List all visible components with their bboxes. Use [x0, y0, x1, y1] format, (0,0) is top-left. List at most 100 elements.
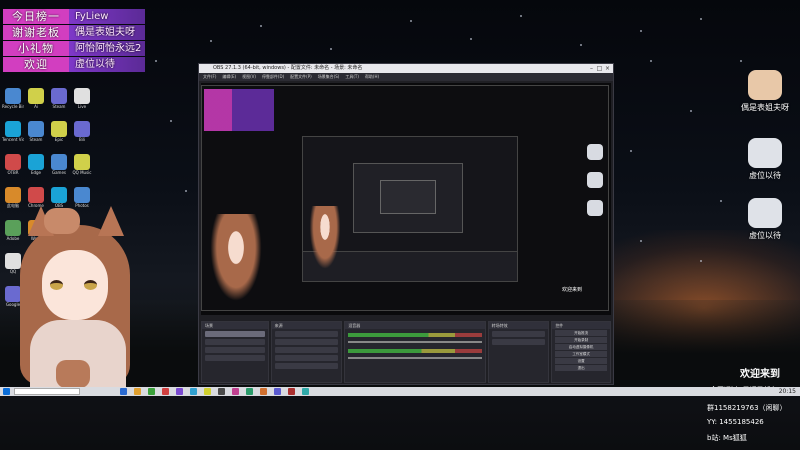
taskbar-app-icon[interactable] [232, 388, 239, 395]
app-icon [28, 187, 44, 203]
app-icon [51, 88, 67, 104]
controls-dock[interactable]: 控件 开始推流 开始录制 启动虚拟摄像机 工作室模式 设置 退出 [551, 321, 612, 383]
desktop-icon[interactable]: Edge [25, 154, 47, 175]
overlay-row-thanks: 谢谢老板 偶是表姐夫呀 [3, 25, 145, 40]
source-item[interactable] [274, 331, 339, 337]
search-input[interactable] [14, 388, 80, 395]
app-icon [51, 187, 67, 203]
sources-dock[interactable]: 来源 [270, 321, 343, 383]
obs-control-button[interactable]: 工作室模式 [555, 351, 608, 357]
obs-preview[interactable]: 欢迎来到 [201, 83, 611, 315]
close-icon[interactable]: × [604, 65, 611, 72]
maximize-icon[interactable]: □ [596, 65, 603, 72]
taskbar-app-icon[interactable] [274, 388, 281, 395]
star [470, 38, 472, 40]
taskbar-app-icon[interactable] [218, 388, 225, 395]
obs-menu-item[interactable]: 文件(F) [203, 73, 216, 81]
desktop-icon-label: Steam [29, 137, 43, 142]
minimize-icon[interactable]: – [588, 65, 595, 72]
nested-obs-inner [353, 163, 463, 233]
scene-item[interactable] [205, 331, 265, 337]
scene-item[interactable] [205, 347, 265, 353]
obs-menu-item[interactable]: 配置文件(P) [290, 73, 312, 81]
taskbar-app-icon[interactable] [288, 388, 295, 395]
volume-slider[interactable] [348, 341, 482, 343]
transitions-dock[interactable]: 转场特效 [487, 321, 550, 383]
avatar [748, 70, 782, 100]
desktop-icon[interactable]: Epic [48, 121, 70, 142]
desktop-icon[interactable]: Live [71, 88, 93, 109]
taskbar-app-icon[interactable] [162, 388, 169, 395]
obs-control-button[interactable]: 退出 [555, 365, 608, 371]
scenes-dock-title: 场景 [202, 322, 268, 329]
volume-meter [348, 349, 482, 353]
overlay-value: 偶是表姐夫呀 [69, 25, 145, 40]
taskbar-app-icon[interactable] [204, 388, 211, 395]
desktop-icon[interactable]: Games [48, 154, 70, 175]
stream-canvas: 今日榜一 FyLiew 谢谢老板 偶是表姐夫呀 小礼物 阿怡阿怡永远2 欢迎 虚… [0, 0, 800, 450]
obs-title-bar[interactable]: OBS 27.1.3 (64-bit, windows) - 配置文件: 未命名… [199, 64, 613, 73]
desktop-icon[interactable]: Adobe [2, 220, 24, 241]
source-item[interactable] [274, 347, 339, 353]
gift-slot-name: 偶是表姐夫呀 [741, 103, 789, 112]
desktop-icon[interactable]: 此电脑 [2, 187, 24, 208]
obs-control-button[interactable]: 启动虚拟摄像机 [555, 344, 608, 350]
taskbar-app-icon[interactable] [260, 388, 267, 395]
desktop-icon[interactable]: OBS [48, 187, 70, 208]
audio-mixer-dock[interactable]: 混音器 [344, 321, 486, 383]
desktop-icon[interactable]: Recycle Bin [2, 88, 24, 109]
scene-item[interactable] [205, 355, 265, 361]
source-item[interactable] [274, 355, 339, 361]
desktop-icon[interactable]: Steam [48, 88, 70, 109]
star [210, 40, 212, 42]
info-line: b站: Ms狐狐 [707, 434, 747, 442]
info-line: 群1158219763（闲聊） [707, 404, 787, 412]
desktop-icon[interactable]: Tencent Video [2, 121, 24, 142]
desktop-icon[interactable]: Photos [71, 187, 93, 208]
star [520, 15, 522, 17]
gift-slot-name: 虚位以待 [749, 231, 781, 240]
scene-item[interactable] [205, 339, 265, 345]
obs-control-button[interactable]: 开始录制 [555, 337, 608, 343]
obs-menu-item[interactable]: 场景集合(S) [318, 73, 340, 81]
sofa-icon [748, 138, 782, 168]
star [410, 20, 412, 22]
obs-menu-item[interactable]: 帮助(H) [365, 73, 379, 81]
obs-window[interactable]: OBS 27.1.3 (64-bit, windows) - 配置文件: 未命名… [198, 63, 614, 385]
taskbar-app-icon[interactable] [190, 388, 197, 395]
source-item[interactable] [274, 339, 339, 345]
scenes-dock[interactable]: 场景 [201, 321, 269, 383]
desktop-icon[interactable]: Bili [71, 121, 93, 142]
taskbar-app-icon[interactable] [246, 388, 253, 395]
obs-menu-item[interactable]: 视图(V) [242, 73, 256, 81]
desktop-icon[interactable]: Chrome [25, 187, 47, 208]
source-item[interactable] [274, 363, 339, 369]
obs-menu-item[interactable]: 工具(T) [345, 73, 359, 81]
transition-select[interactable] [491, 331, 546, 337]
obs-menu-item[interactable]: 停靠部件(D) [262, 73, 284, 81]
nested-slot-icon [587, 200, 603, 216]
desktop-icon[interactable]: Steam [25, 121, 47, 142]
desktop-icon[interactable]: QQ Music [71, 154, 93, 175]
gift-slot-3: 虚位以待 [730, 198, 800, 241]
start-icon[interactable] [3, 388, 10, 395]
volume-slider[interactable] [348, 357, 482, 359]
taskbar-app-icon[interactable] [176, 388, 183, 395]
taskbar-app-icon[interactable] [134, 388, 141, 395]
obs-control-button[interactable]: 开始推流 [555, 330, 608, 336]
obs-menu-item[interactable]: 编辑(E) [222, 73, 236, 81]
app-icon [74, 154, 90, 170]
taskbar[interactable]: 20:15 [0, 387, 800, 396]
taskbar-app-icon[interactable] [302, 388, 309, 395]
taskbar-app-icon[interactable] [148, 388, 155, 395]
taskbar-app-icon[interactable] [120, 388, 127, 395]
desktop-icon[interactable]: Ai [25, 88, 47, 109]
app-icon [28, 88, 44, 104]
transition-duration[interactable] [491, 339, 546, 345]
star [260, 25, 262, 27]
desktop-icon[interactable]: OTBR [2, 154, 24, 175]
obs-control-button[interactable]: 设置 [555, 358, 608, 364]
app-icon [5, 286, 21, 302]
desktop-icon-label: Games [52, 170, 66, 175]
desktop-icon-label: Tencent Video [2, 137, 24, 142]
